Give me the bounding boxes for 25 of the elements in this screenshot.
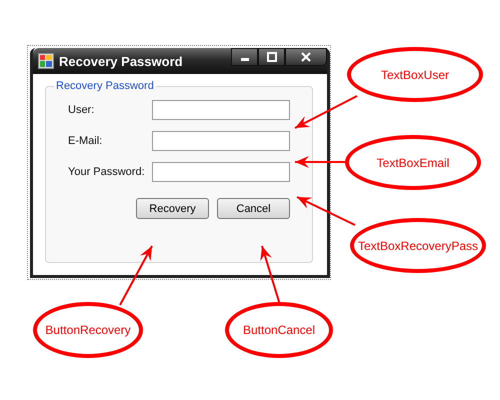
callout-label: ButtonCancel <box>225 302 333 358</box>
app-icon <box>38 53 54 69</box>
group-caption: Recovery Password <box>55 80 155 92</box>
close-button[interactable] <box>285 48 327 66</box>
field-label: E-Mail: <box>68 135 104 147</box>
callout-label: TextBoxRecoveryPass <box>350 218 486 273</box>
cancel-button[interactable]: Cancel <box>217 198 290 219</box>
input-field[interactable] <box>152 162 290 182</box>
field-label: User: <box>68 104 96 116</box>
minimize-button[interactable] <box>231 48 258 66</box>
maximize-button[interactable] <box>258 48 285 66</box>
arrow <box>294 95 358 129</box>
input-field[interactable] <box>152 100 290 120</box>
callout-label: TextBoxUser <box>347 47 483 102</box>
callout-label: ButtonRecovery <box>33 302 143 358</box>
close-icon <box>301 52 311 62</box>
arrow <box>119 246 153 306</box>
field-label: Your Password: <box>68 166 146 178</box>
arrow <box>295 156 345 168</box>
arrow <box>296 196 356 226</box>
recovery-button[interactable]: Recovery <box>136 198 209 219</box>
maximize-icon <box>266 52 276 62</box>
window-title: Recovery Password <box>59 54 184 68</box>
callout-label: TextBoxEmail <box>345 135 481 190</box>
input-field[interactable] <box>152 131 290 151</box>
